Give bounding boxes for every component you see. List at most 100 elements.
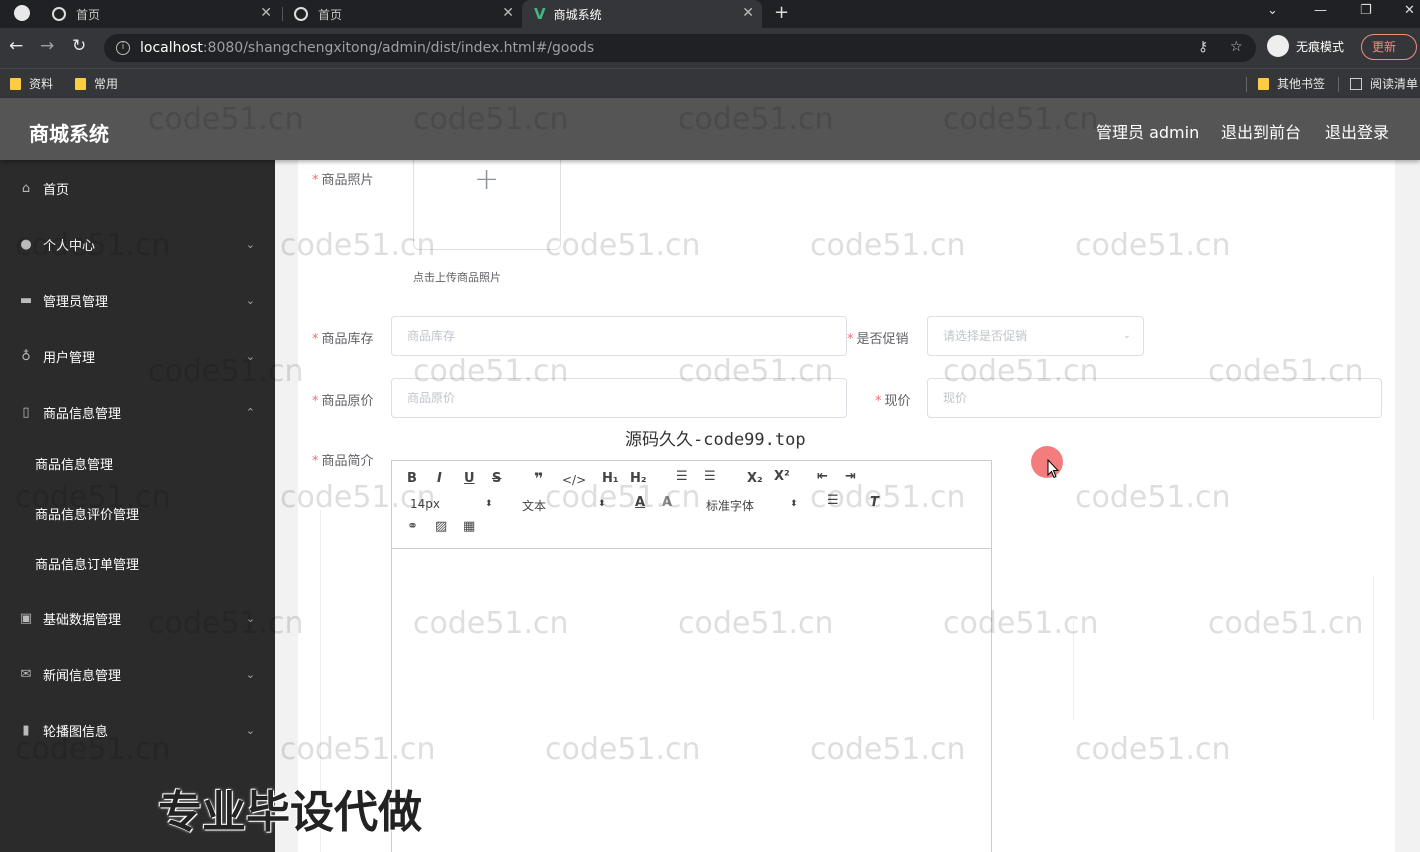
orig-price-label: * 商品原价 — [312, 394, 374, 409]
sidebar-item-news[interactable]: ✉ 新闻信息管理 ⌄ — [0, 646, 275, 702]
folder-icon — [1258, 77, 1269, 90]
key-icon[interactable]: ⚷ — [1198, 39, 1208, 55]
forward-arrow-icon[interactable]: → — [40, 36, 54, 56]
sidebar-subitem-goods-review[interactable]: 商品信息评价管理 — [0, 488, 275, 538]
indent-icon[interactable]: ⇥ — [845, 469, 856, 484]
stock-input[interactable]: 商品库存 — [391, 316, 847, 356]
block-format-picker[interactable]: 文本 ⬍ — [522, 497, 606, 514]
globe-icon — [52, 7, 66, 21]
window-close-icon[interactable]: ✕ — [1404, 3, 1415, 18]
intro-label: * 商品简介 — [312, 454, 374, 469]
sidebar: ⌂ 首页 ● 个人中心 ⌄ ▬ 管理员管理 ⌄ ♁ 用户管理 ⌄ ▯ 商品信息管… — [0, 160, 275, 852]
photo-label: * 商品照片 — [312, 173, 374, 188]
subscript-icon[interactable]: X₂ — [747, 471, 763, 486]
mail-icon: ✉ — [20, 666, 32, 682]
star-icon[interactable]: ☆ — [1230, 39, 1243, 55]
updown-icon: ⬍ — [790, 499, 798, 509]
promo-select[interactable]: 请选择是否促销 ⌄ — [927, 316, 1144, 356]
url-bar[interactable]: i localhost:8080/shangchengxitong/admin/… — [104, 34, 1256, 62]
info-icon[interactable]: i — [116, 41, 130, 55]
image-icon[interactable]: ▨ — [435, 519, 447, 534]
heading-1-icon[interactable]: H₁ — [602, 471, 619, 486]
chevron-down-icon: ⌄ — [245, 611, 255, 625]
strike-icon[interactable]: S — [492, 471, 501, 486]
sidebar-item-admin-mgmt[interactable]: ▬ 管理员管理 ⌄ — [0, 272, 275, 328]
divider — [1373, 576, 1374, 720]
url-host: localhost — [140, 40, 203, 56]
bookmark-separator — [1338, 77, 1339, 92]
chevron-down-icon: ⌄ — [245, 349, 255, 363]
chevron-down-icon: ⌄ — [245, 667, 255, 681]
superscript-icon[interactable]: X² — [774, 469, 790, 484]
chevron-down-icon: ⌄ — [245, 723, 255, 737]
ordered-list-icon[interactable]: ☰ — [676, 469, 688, 484]
reading-list[interactable]: 阅读清单 — [1350, 75, 1418, 92]
sidebar-item-user-mgmt[interactable]: ♁ 用户管理 ⌄ — [0, 328, 275, 384]
browser-tab-active[interactable]: V 商城系统 ✕ — [522, 0, 762, 28]
sidebar-item-goods-mgmt[interactable]: ▯ 商品信息管理 ⌃ — [0, 384, 275, 440]
bar-chart-icon: ▮ — [22, 722, 30, 738]
sidebar-subitem-goods-order[interactable]: 商品信息订单管理 — [0, 538, 275, 588]
orig-price-input[interactable]: 商品原价 — [391, 378, 847, 418]
outdent-icon[interactable]: ⇤ — [817, 469, 828, 484]
chevron-down-icon[interactable]: ⌄ — [1267, 3, 1278, 18]
back-arrow-icon[interactable]: ← — [9, 36, 23, 56]
close-icon[interactable]: ✕ — [260, 5, 272, 21]
blockquote-icon[interactable]: ❞ — [534, 469, 543, 488]
browser-tab-strip: 首页 ✕ 首页 ✕ V 商城系统 ✕ + ⌄ — ❐ ✕ — [0, 0, 1420, 28]
restore-icon[interactable]: ❐ — [1360, 3, 1372, 18]
close-icon[interactable]: ✕ — [502, 5, 514, 21]
browser-tab-home-1[interactable]: 首页 ✕ — [40, 0, 280, 28]
globe-icon — [294, 7, 308, 21]
underline-icon[interactable]: U — [464, 471, 475, 486]
user-icon: ● — [20, 236, 32, 252]
photo-upload-box[interactable]: + — [413, 160, 561, 250]
exit-to-front-link[interactable]: 退出到前台 — [1221, 119, 1301, 143]
vue-logo-icon: V — [534, 5, 546, 23]
clear-format-icon[interactable]: T — [870, 495, 879, 510]
chevron-up-icon: ⌃ — [245, 405, 255, 419]
sidebar-item-personal[interactable]: ● 个人中心 ⌄ — [0, 216, 275, 272]
divider — [1073, 620, 1074, 720]
price-label: * 现价 — [875, 394, 911, 409]
bookmark-folder-ziliao[interactable]: 资料 — [10, 75, 53, 92]
background-color-icon[interactable]: A — [662, 495, 672, 510]
italic-icon[interactable]: I — [437, 471, 442, 486]
price-input[interactable]: 现价 — [927, 378, 1382, 418]
new-tab-icon[interactable]: + — [774, 2, 789, 23]
plus-icon: + — [474, 162, 500, 197]
editor-toolbar: B I U S ❞ </> H₁ H₂ ☰ ☰ X₂ X² ⇤ ⇥ 14px ⬍… — [392, 461, 991, 549]
main-content: * 商品照片 + 点击上传商品照片 * 商品库存 商品库存 * 是否促销 请选择是否促… — [275, 160, 1420, 852]
sidebar-subitem-goods-info[interactable]: 商品信息管理 — [0, 438, 275, 488]
font-color-icon[interactable]: A — [635, 495, 645, 510]
code-block-icon[interactable]: </> — [562, 473, 586, 487]
logout-link[interactable]: 退出登录 — [1325, 119, 1389, 143]
close-icon[interactable]: ✕ — [742, 5, 754, 21]
align-icon[interactable]: ☰ — [827, 493, 839, 508]
chrome-globe-icon — [14, 5, 30, 21]
folder-icon — [75, 77, 86, 90]
reload-icon[interactable]: ↻ — [72, 36, 86, 56]
bookmark-folder-other[interactable]: 其他书签 — [1258, 75, 1325, 92]
heading-2-icon[interactable]: H₂ — [630, 471, 647, 486]
mic-icon: ♁ — [21, 348, 31, 364]
bookmark-folder-changyong[interactable]: 常用 — [75, 75, 118, 92]
reading-list-icon — [1350, 77, 1362, 90]
font-family-picker[interactable]: 标准字体 ⬍ — [706, 497, 798, 514]
sidebar-item-home[interactable]: ⌂ 首页 — [0, 160, 275, 216]
update-button[interactable]: 更新 — [1361, 34, 1417, 60]
bullet-list-icon[interactable]: ☰ — [704, 469, 716, 484]
sidebar-item-basic-data[interactable]: ▣ 基础数据管理 ⌄ — [0, 590, 275, 646]
watermark-center-text: 源码久久-code99.top — [625, 430, 806, 450]
sidebar-item-carousel[interactable]: ▮ 轮播图信息 ⌄ — [0, 702, 275, 758]
folder-icon — [10, 77, 21, 90]
bold-icon[interactable]: B — [407, 471, 417, 486]
chat-icon: ▬ — [19, 292, 33, 308]
incognito-indicator[interactable]: 无痕模式 — [1267, 35, 1344, 57]
browser-tab-home-2[interactable]: 首页 ✕ — [282, 0, 522, 28]
link-icon[interactable]: ⚭ — [407, 519, 418, 534]
video-icon[interactable]: ▦ — [463, 519, 475, 534]
font-size-picker[interactable]: 14px ⬍ — [410, 497, 493, 511]
bookmarks-bar: 资料 常用 其他书签 阅读清单 — [0, 68, 1420, 98]
minimize-icon[interactable]: — — [1314, 3, 1327, 18]
